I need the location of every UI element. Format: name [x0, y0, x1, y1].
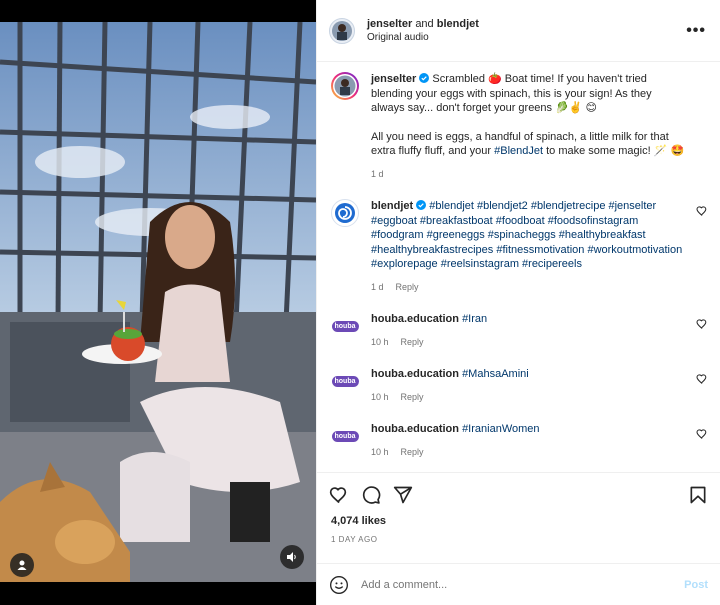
media-panel[interactable] [0, 0, 316, 605]
action-bar: 4,074 likes 1 DAY AGO Post [317, 472, 720, 605]
comment-avatar[interactable]: houba [331, 422, 359, 450]
user-icon [17, 560, 27, 570]
comment-username[interactable]: houba.education [371, 423, 459, 435]
comment-time[interactable]: 10 h [371, 445, 389, 460]
comment-avatar[interactable]: houba [331, 312, 359, 340]
comment-item: blendjet #blendjet #blendjet2 #blendjetr… [317, 181, 720, 294]
header-coauthor[interactable]: blendjet [437, 18, 479, 30]
speaker-icon [287, 552, 296, 562]
comment-item: houba houba.education #IranianWomen 10 h… [317, 404, 720, 459]
comments-panel: jenselter and blendjet Original audio ••… [316, 0, 720, 605]
post-photo[interactable] [0, 22, 316, 582]
comment-item: houba houba.education #MahsaAmini 10 h Re… [317, 349, 720, 404]
header-username[interactable]: jenselter [367, 18, 412, 30]
comment-username[interactable]: houba.education [371, 313, 459, 325]
comment-text[interactable]: #blendjet #blendjet2 #blendjetrecipe #je… [371, 200, 682, 270]
comment-text[interactable]: #MahsaAmini [462, 368, 529, 380]
reply-button[interactable]: Reply [396, 280, 419, 295]
caption-avatar[interactable] [331, 72, 359, 100]
likes-count[interactable]: 4,074 likes [331, 515, 720, 527]
verified-badge-icon [419, 73, 430, 83]
like-comment-heart-icon[interactable] [696, 373, 708, 385]
profile-picture [333, 74, 357, 98]
header-avatar[interactable] [329, 17, 355, 44]
caption-text-3: to make some magic! 🪄 🤩 [543, 145, 685, 157]
like-comment-heart-icon[interactable] [696, 318, 708, 330]
caption-time[interactable]: 1 d [371, 167, 384, 182]
comment-avatar[interactable] [331, 199, 359, 227]
comment-username[interactable]: blendjet [371, 200, 413, 212]
like-heart-icon[interactable] [329, 485, 349, 505]
share-paper-plane-icon[interactable] [393, 485, 413, 505]
post-comment-button[interactable]: Post [684, 579, 708, 591]
comment-time[interactable]: 1 d [371, 280, 384, 295]
tagged-users-button[interactable] [10, 553, 34, 577]
houba-logo: houba [331, 320, 359, 332]
save-bookmark-icon[interactable] [688, 485, 708, 505]
reply-button[interactable]: Reply [401, 390, 424, 405]
blendjet-logo-icon [335, 203, 355, 223]
header-connector: and [415, 17, 434, 30]
comments-list[interactable]: jenselter Scrambled 🍅 Boat time! If you … [317, 62, 720, 472]
profile-picture [332, 20, 352, 41]
comment-username[interactable]: houba.education [371, 368, 459, 380]
like-comment-heart-icon[interactable] [696, 428, 708, 440]
caption-username[interactable]: jenselter [371, 73, 416, 85]
houba-logo: houba [331, 430, 359, 442]
audio-link[interactable]: Original audio [367, 31, 479, 45]
houba-logo: houba [331, 375, 359, 387]
more-options-button[interactable]: ••• [686, 22, 706, 40]
reply-button[interactable]: Reply [401, 445, 424, 460]
caption-hashtag[interactable]: #BlendJet [494, 145, 543, 157]
audio-toggle-button[interactable] [280, 545, 304, 569]
caption: jenselter Scrambled 🍅 Boat time! If you … [317, 62, 720, 181]
add-comment-bar: Post [317, 563, 720, 605]
emoji-smiley-icon[interactable] [329, 575, 349, 595]
post-header: jenselter and blendjet Original audio ••… [317, 0, 720, 62]
reel-video-frame [0, 22, 316, 582]
comment-item: houba houba.education #Iran 10 h Reply [317, 294, 720, 349]
comment-text[interactable]: #Iran [462, 313, 487, 325]
post-time-ago[interactable]: 1 DAY AGO [331, 535, 720, 544]
comment-time[interactable]: 10 h [371, 335, 389, 350]
add-comment-input[interactable] [361, 578, 685, 591]
comment-avatar[interactable]: houba [331, 367, 359, 395]
comment-bubble-icon[interactable] [361, 485, 381, 505]
comment-time[interactable]: 10 h [371, 390, 389, 405]
reply-button[interactable]: Reply [401, 335, 424, 350]
like-comment-heart-icon[interactable] [696, 205, 708, 217]
verified-badge-icon [416, 200, 427, 210]
comment-text[interactable]: #IranianWomen [462, 423, 539, 435]
post-modal: jenselter and blendjet Original audio ••… [0, 0, 720, 605]
